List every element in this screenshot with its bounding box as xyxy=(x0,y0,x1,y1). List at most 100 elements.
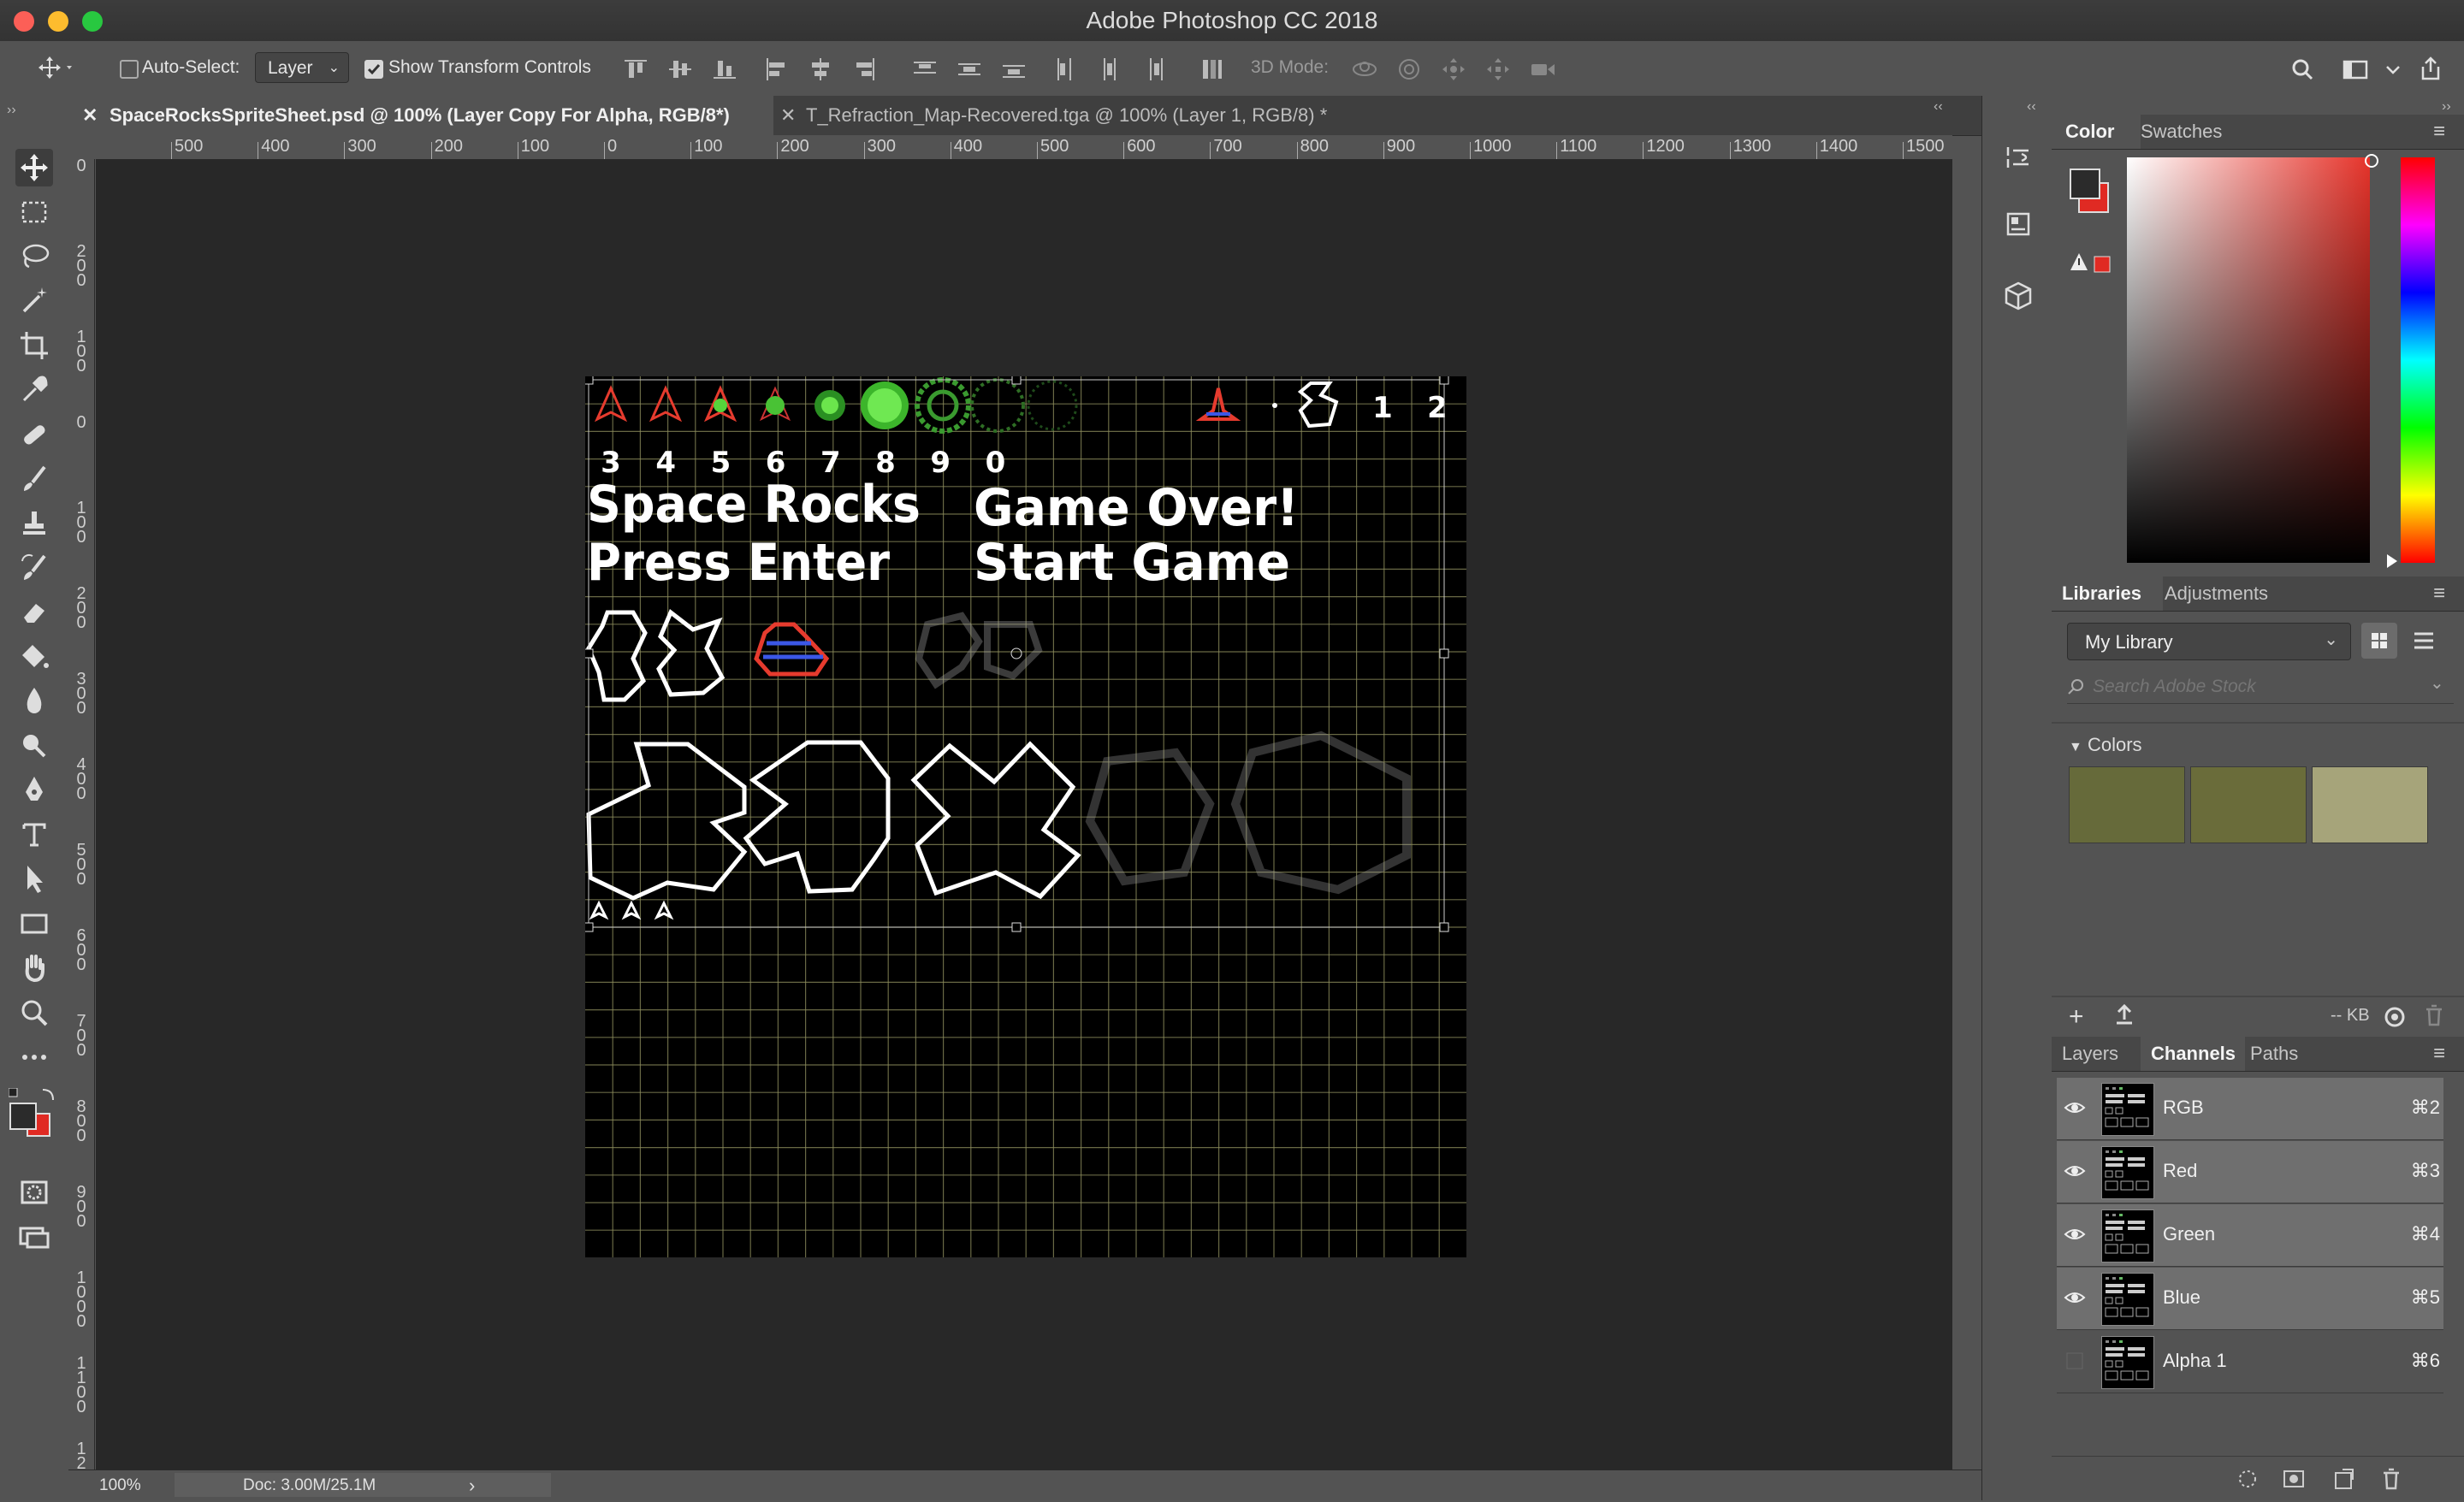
3d-panel-button[interactable] xyxy=(2001,279,2035,317)
eye-icon[interactable] xyxy=(2064,1223,2086,1245)
align-bottom-edges-icon[interactable] xyxy=(710,55,739,84)
distribute-top-edges-icon[interactable] xyxy=(910,55,939,84)
save-selection-as-channel-button[interactable] xyxy=(2281,1466,2307,1496)
rectangle-tool[interactable] xyxy=(15,905,53,943)
history-panel-button[interactable] xyxy=(2001,140,2035,179)
tab-color[interactable]: Color xyxy=(2052,115,2141,149)
out-of-gamut-warning[interactable] xyxy=(2069,250,2120,275)
zoom-level[interactable]: 100% xyxy=(99,1476,141,1495)
expand-panels-icon[interactable]: ‹‹ xyxy=(2027,99,2036,115)
edit-toolbar-button[interactable] xyxy=(15,1038,53,1076)
lasso-tool[interactable] xyxy=(15,238,53,275)
document-canvas[interactable]: 1 2 34567890 Space Rocks Press Enter Gam… xyxy=(585,376,1466,1257)
channel-row-rgb[interactable]: RGB ⌘2 xyxy=(2057,1078,2443,1140)
hue-slider-marker[interactable] xyxy=(2387,554,2397,568)
library-color-swatch[interactable] xyxy=(2069,766,2185,843)
brush-tool[interactable] xyxy=(15,460,53,498)
chevron-down-icon[interactable]: ⌄ xyxy=(2430,672,2444,694)
show-transform-controls-checkbox[interactable] xyxy=(364,60,383,79)
workspace-icon[interactable] xyxy=(2341,55,2370,84)
hand-tool[interactable] xyxy=(15,949,53,987)
search-icon[interactable] xyxy=(2288,55,2317,84)
delete-channel-button[interactable] xyxy=(2378,1466,2404,1496)
new-channel-button[interactable] xyxy=(2331,1466,2356,1496)
eraser-tool[interactable] xyxy=(15,594,53,631)
collapse-panels-icon[interactable]: ›› xyxy=(2442,99,2451,115)
3d-roll-icon[interactable] xyxy=(1395,55,1424,84)
chevron-right-icon[interactable]: › xyxy=(469,1475,475,1497)
auto-select-target-dropdown[interactable]: Layer ⌄ xyxy=(255,52,349,83)
panel-menu-icon[interactable]: ≡ xyxy=(2433,1042,2445,1066)
expand-panel-icon[interactable]: ›› xyxy=(7,103,16,118)
load-channel-as-selection-button[interactable] xyxy=(2235,1466,2260,1496)
align-top-edges-icon[interactable] xyxy=(621,55,650,84)
tab-swatches[interactable]: Swatches xyxy=(2137,115,2243,149)
crop-tool[interactable] xyxy=(15,327,53,364)
channel-row-alpha-1[interactable]: Alpha 1 ⌘6 xyxy=(2057,1331,2443,1393)
3d-slide-icon[interactable] xyxy=(1484,55,1513,84)
distribute-bottom-edges-icon[interactable] xyxy=(999,55,1028,84)
tab-libraries[interactable]: Libraries xyxy=(2052,577,2163,611)
library-dropdown[interactable]: My Library ⌄ xyxy=(2067,623,2351,660)
vertical-ruler[interactable]: 0200100010020030040050060070080090010001… xyxy=(68,157,95,1501)
healing-brush-tool[interactable] xyxy=(15,416,53,453)
horizontal-ruler[interactable]: 500 400 300 200 100 0 100 200 300 400 500 600 700 800… xyxy=(96,135,1952,160)
color-picker-marker[interactable] xyxy=(2365,154,2378,168)
distribute-right-edges-icon[interactable] xyxy=(1140,55,1169,84)
dodge-tool[interactable] xyxy=(15,727,53,765)
library-color-swatch[interactable] xyxy=(2312,766,2428,843)
align-left-edges-icon[interactable] xyxy=(761,55,791,84)
list-view-button[interactable] xyxy=(2406,623,2442,659)
visibility-toggle-empty[interactable] xyxy=(2064,1350,2086,1372)
history-brush-tool[interactable] xyxy=(15,549,53,587)
magic-wand-tool[interactable] xyxy=(15,282,53,320)
path-selection-tool[interactable] xyxy=(15,860,53,898)
delete-library-item-button[interactable] xyxy=(2421,1002,2447,1032)
move-tool[interactable] xyxy=(15,149,53,186)
stock-search-field[interactable]: ⌄ xyxy=(2067,671,2454,704)
eye-icon[interactable] xyxy=(2064,1160,2086,1182)
align-right-edges-icon[interactable] xyxy=(850,55,880,84)
move-tool-preset-button[interactable] xyxy=(33,53,75,84)
tab-adjustments[interactable]: Adjustments xyxy=(2165,577,2293,611)
channel-row-red[interactable]: Red ⌘3 xyxy=(2057,1141,2443,1203)
close-tab-icon[interactable]: ✕ xyxy=(82,96,98,135)
distribute-horizontal-centers-icon[interactable] xyxy=(1095,55,1124,84)
3d-scale-video-icon[interactable] xyxy=(1528,55,1557,84)
canvas-area[interactable]: 1 2 34567890 Space Rocks Press Enter Gam… xyxy=(96,159,1952,1469)
3d-orbit-icon[interactable] xyxy=(1350,55,1379,84)
color-panel-swatches[interactable] xyxy=(2069,164,2110,216)
eye-icon[interactable] xyxy=(2064,1097,2086,1119)
eye-icon[interactable] xyxy=(2064,1286,2086,1309)
hue-slider[interactable] xyxy=(2401,157,2435,563)
tab-paths[interactable]: Paths xyxy=(2247,1037,2319,1071)
distribute-vertical-centers-icon[interactable] xyxy=(955,55,984,84)
3d-pan-icon[interactable] xyxy=(1439,55,1468,84)
grid-view-button[interactable] xyxy=(2361,623,2397,659)
auto-align-layers-icon[interactable] xyxy=(1198,55,1227,84)
channel-row-blue[interactable]: Blue ⌘5 xyxy=(2057,1268,2443,1330)
ruler-origin[interactable] xyxy=(68,135,96,159)
align-vertical-centers-icon[interactable] xyxy=(666,55,695,84)
screen-mode-button[interactable] xyxy=(15,1218,53,1256)
zoom-tool[interactable] xyxy=(15,994,53,1032)
share-icon[interactable] xyxy=(2416,55,2445,84)
clone-stamp-tool[interactable] xyxy=(15,505,53,542)
stock-search-input[interactable] xyxy=(2091,674,2420,700)
align-horizontal-centers-icon[interactable] xyxy=(806,55,835,84)
collapse-panel-icon[interactable]: ‹‹ xyxy=(1934,99,1943,115)
properties-panel-button[interactable] xyxy=(2001,207,2035,245)
panel-menu-icon[interactable]: ≡ xyxy=(2433,120,2445,144)
library-color-swatch[interactable] xyxy=(2190,766,2307,843)
paint-bucket-tool[interactable] xyxy=(15,638,53,676)
quick-mask-button[interactable] xyxy=(15,1174,53,1211)
type-tool[interactable] xyxy=(15,816,53,854)
eyedropper-tool[interactable] xyxy=(15,371,53,409)
panel-menu-icon[interactable]: ≡ xyxy=(2433,582,2445,606)
chevron-down-icon[interactable] xyxy=(2378,55,2408,84)
upload-button[interactable] xyxy=(2112,1002,2137,1032)
distribute-left-edges-icon[interactable] xyxy=(1051,55,1080,84)
blur-tool[interactable] xyxy=(15,683,53,720)
tab-refraction-map[interactable]: ✕ T_Refraction_Map-Recovered.tga @ 100% … xyxy=(779,96,1549,135)
marquee-tool[interactable] xyxy=(15,193,53,231)
